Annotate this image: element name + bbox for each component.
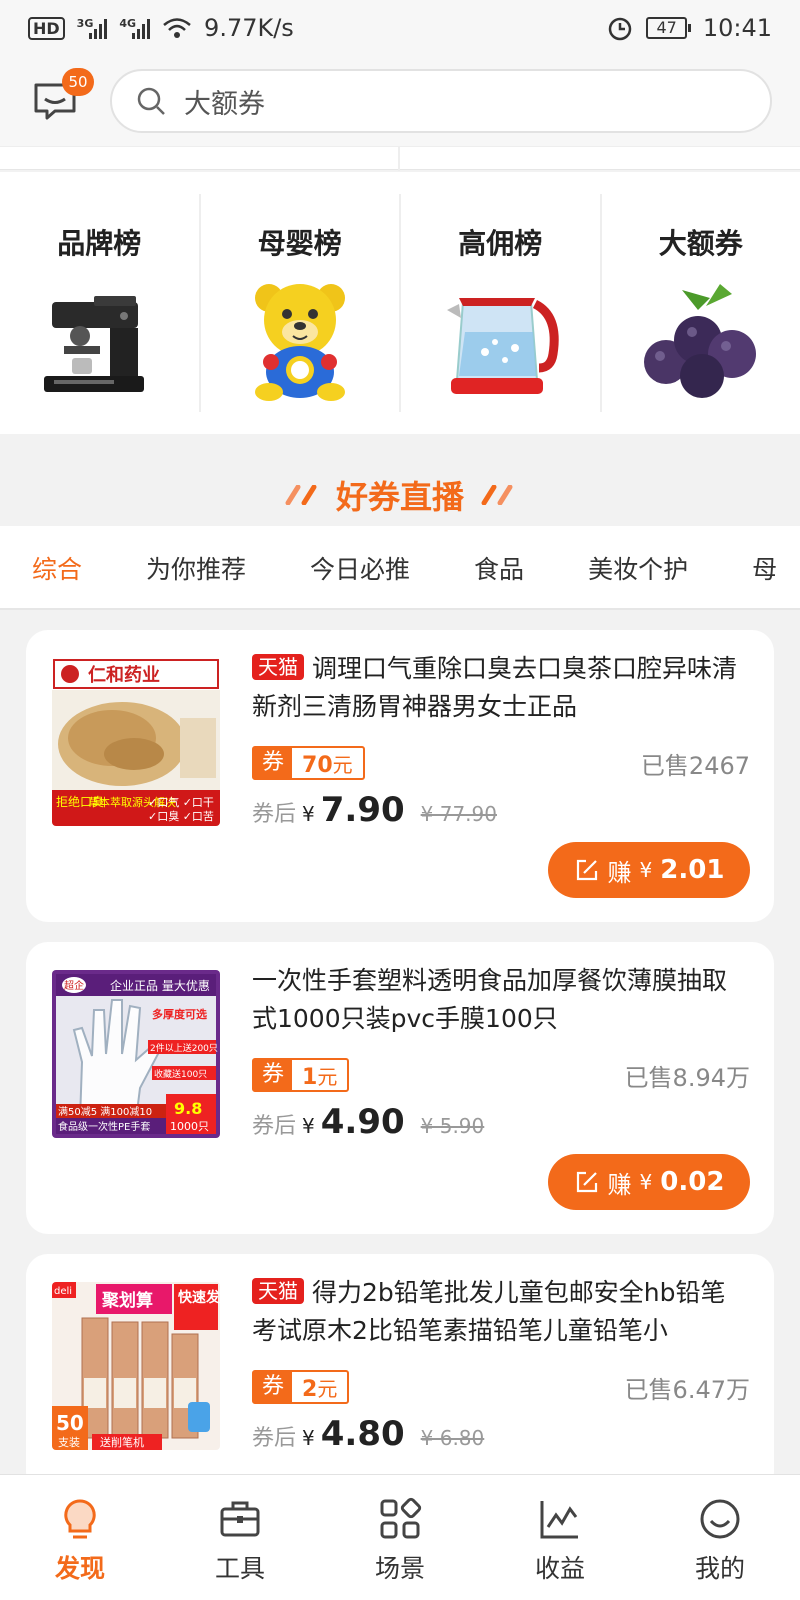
share-edit-icon [576,1171,597,1193]
earn-button[interactable]: 赚 ¥ 0.02 [548,1154,750,1210]
section-heading: 好券直播 [0,470,800,520]
coffee-machine-image [44,296,145,392]
category-title: 大额券 [658,227,743,260]
svg-text:✓口气 ✓口干: ✓口气 ✓口干 [148,795,214,809]
alarm-icon [609,17,632,41]
message-count-badge: 50 [62,68,94,96]
search-input[interactable]: 大额券 [110,69,772,133]
svg-text:收藏送100只: 收藏送100只 [154,1068,207,1080]
tab-food[interactable]: 食品 [474,526,524,608]
tab-beauty[interactable]: 美妆个护 [588,526,688,608]
chart-icon [540,1501,578,1539]
price-after-coupon: 券后 ¥ 7.90 ¥ 77.90 [252,790,497,830]
svg-text:1000只: 1000只 [170,1120,209,1133]
tab-baby[interactable]: 母 [752,526,777,608]
category-title: 品牌榜 [57,227,142,260]
product-title[interactable]: 一次性手套塑料透明食品加厚餐饮薄膜抽取式1000只装pvc手膜100只 [252,962,750,1038]
svg-text:超企: 超企 [64,979,84,992]
svg-text:满50减5 满100减10: 满50减5 满100减10 [58,1106,152,1118]
product-title[interactable]: 天猫 调理口气重除口臭去口臭茶口腔异味清新剂三清肠胃神器男女士正品 [252,650,750,726]
category-coupon[interactable]: 大额券 [602,194,800,412]
svg-text:✓口臭 ✓口苦: ✓口臭 ✓口苦 [148,809,214,823]
nav-tools[interactable]: 工具 [160,1475,320,1600]
original-price: ¥ 6.80 [420,1426,485,1450]
category-boards: 品牌榜 母婴榜 高佣榜 大额券 [0,172,800,434]
svg-text:支装: 支装 [58,1436,80,1449]
category-title: 高佣榜 [458,227,543,260]
original-price: ¥ 5.90 [420,1114,485,1138]
category-baby[interactable]: 母婴榜 [201,194,401,412]
svg-text:多厚度可选: 多厚度可选 [152,1007,207,1021]
svg-text:50: 50 [56,1411,84,1435]
original-price: ¥ 77.90 [420,802,497,826]
grid-icon [380,1497,422,1539]
svg-text:2件以上送200只: 2件以上送200只 [150,1042,218,1054]
nav-earnings[interactable]: 收益 [480,1475,640,1600]
sold-count: 已售8.94万 [624,1064,750,1092]
toy-bear-image [254,284,345,401]
sold-count: 已售6.47万 [624,1376,750,1404]
smile-icon [700,1499,740,1539]
search-header: 50 大额券 [0,56,800,146]
tab-recommended[interactable]: 为你推荐 [146,526,246,608]
plums-image [643,284,756,398]
svg-text:聚划算: 聚划算 [101,1290,153,1311]
banner-strip [0,146,800,171]
product-card[interactable]: 仁和药业 拒绝口臭 草本萃取源头解决 ✓口气 ✓口干 ✓口臭 ✓口苦 天猫 调理口… [26,630,774,922]
battery-icon: 47 [646,17,691,39]
wifi-icon [163,18,191,38]
tab-all[interactable]: 综合 [32,526,82,608]
bulb-icon [64,1499,96,1539]
product-image[interactable]: deli 聚划算 快速发货 50 支装 送削笔机 [52,1282,220,1450]
bottom-navigation: 发现 工具 场景 收益 我的 [0,1474,800,1600]
svg-text:送削笔机: 送削笔机 [100,1435,144,1449]
product-title[interactable]: 天猫 得力2b铅笔批发儿童包邮安全hb铅笔考试原木2比铅笔素描铅笔儿童铅笔小 [252,1274,750,1350]
search-placeholder: 大额券 [184,88,265,120]
product-card[interactable]: deli 聚划算 快速发货 50 支装 送削笔机 [26,1254,774,1494]
category-tabs: 综合 为你推荐 今日必推 食品 美妆个护 母 [0,526,800,610]
product-image[interactable]: 超企 企业正品 量大优惠 多厚度可选 2件以上送200只 收藏送100只 满50… [52,970,220,1138]
category-brand[interactable]: 品牌榜 [0,194,201,412]
nav-discover[interactable]: 发现 [0,1475,160,1600]
price-after-coupon: 券后 ¥ 4.80 ¥ 6.80 [252,1414,485,1454]
tmall-badge: 天猫 [252,654,304,680]
status-bar: HD 3G 4G 9.77K/s 47 10:41 [0,0,800,56]
signal-icon-2: 4G [119,17,151,39]
signal-icon: 3G [77,17,108,39]
tab-today[interactable]: 今日必推 [310,526,410,608]
product-card[interactable]: 超企 企业正品 量大优惠 多厚度可选 2件以上送200只 收藏送100只 满50… [26,942,774,1234]
hd-badge: HD [28,16,65,40]
nav-scenes[interactable]: 场景 [320,1475,480,1600]
slash-decoration-icon [285,485,317,505]
svg-text:仁和药业: 仁和药业 [88,664,160,686]
svg-text:企业正品 量大优惠: 企业正品 量大优惠 [110,978,210,993]
svg-text:食品级一次性PE手套: 食品级一次性PE手套 [58,1120,150,1133]
product-image[interactable]: 仁和药业 拒绝口臭 草本萃取源头解决 ✓口气 ✓口干 ✓口臭 ✓口苦 [52,658,220,826]
earn-button[interactable]: 赚 ¥ 2.01 [548,842,750,898]
coupon-badge: 券 1元 [252,1058,350,1092]
coupon-badge: 券 70元 [252,746,365,780]
category-commission[interactable]: 高佣榜 [401,194,602,412]
category-title: 母婴榜 [257,227,342,260]
svg-text:deli: deli [54,1286,72,1297]
clock: 10:41 [702,14,772,42]
section-title: 好券直播 [335,478,464,516]
coupon-badge: 券 2元 [252,1370,350,1404]
svg-text:快速发货: 快速发货 [178,1289,220,1306]
price-after-coupon: 券后 ¥ 4.90 ¥ 5.90 [252,1102,485,1142]
briefcase-icon [220,1501,260,1537]
network-speed: 9.77K/s [204,14,294,42]
nav-mine[interactable]: 我的 [640,1475,800,1600]
kettle-image [447,298,559,394]
message-button[interactable]: 50 [28,68,94,128]
sold-count: 已售2467 [640,752,750,780]
share-edit-icon [576,859,597,881]
search-icon [137,87,165,115]
tmall-badge: 天猫 [252,1278,304,1304]
slash-decoration-icon [481,485,513,505]
svg-text:9.8: 9.8 [174,1099,202,1118]
